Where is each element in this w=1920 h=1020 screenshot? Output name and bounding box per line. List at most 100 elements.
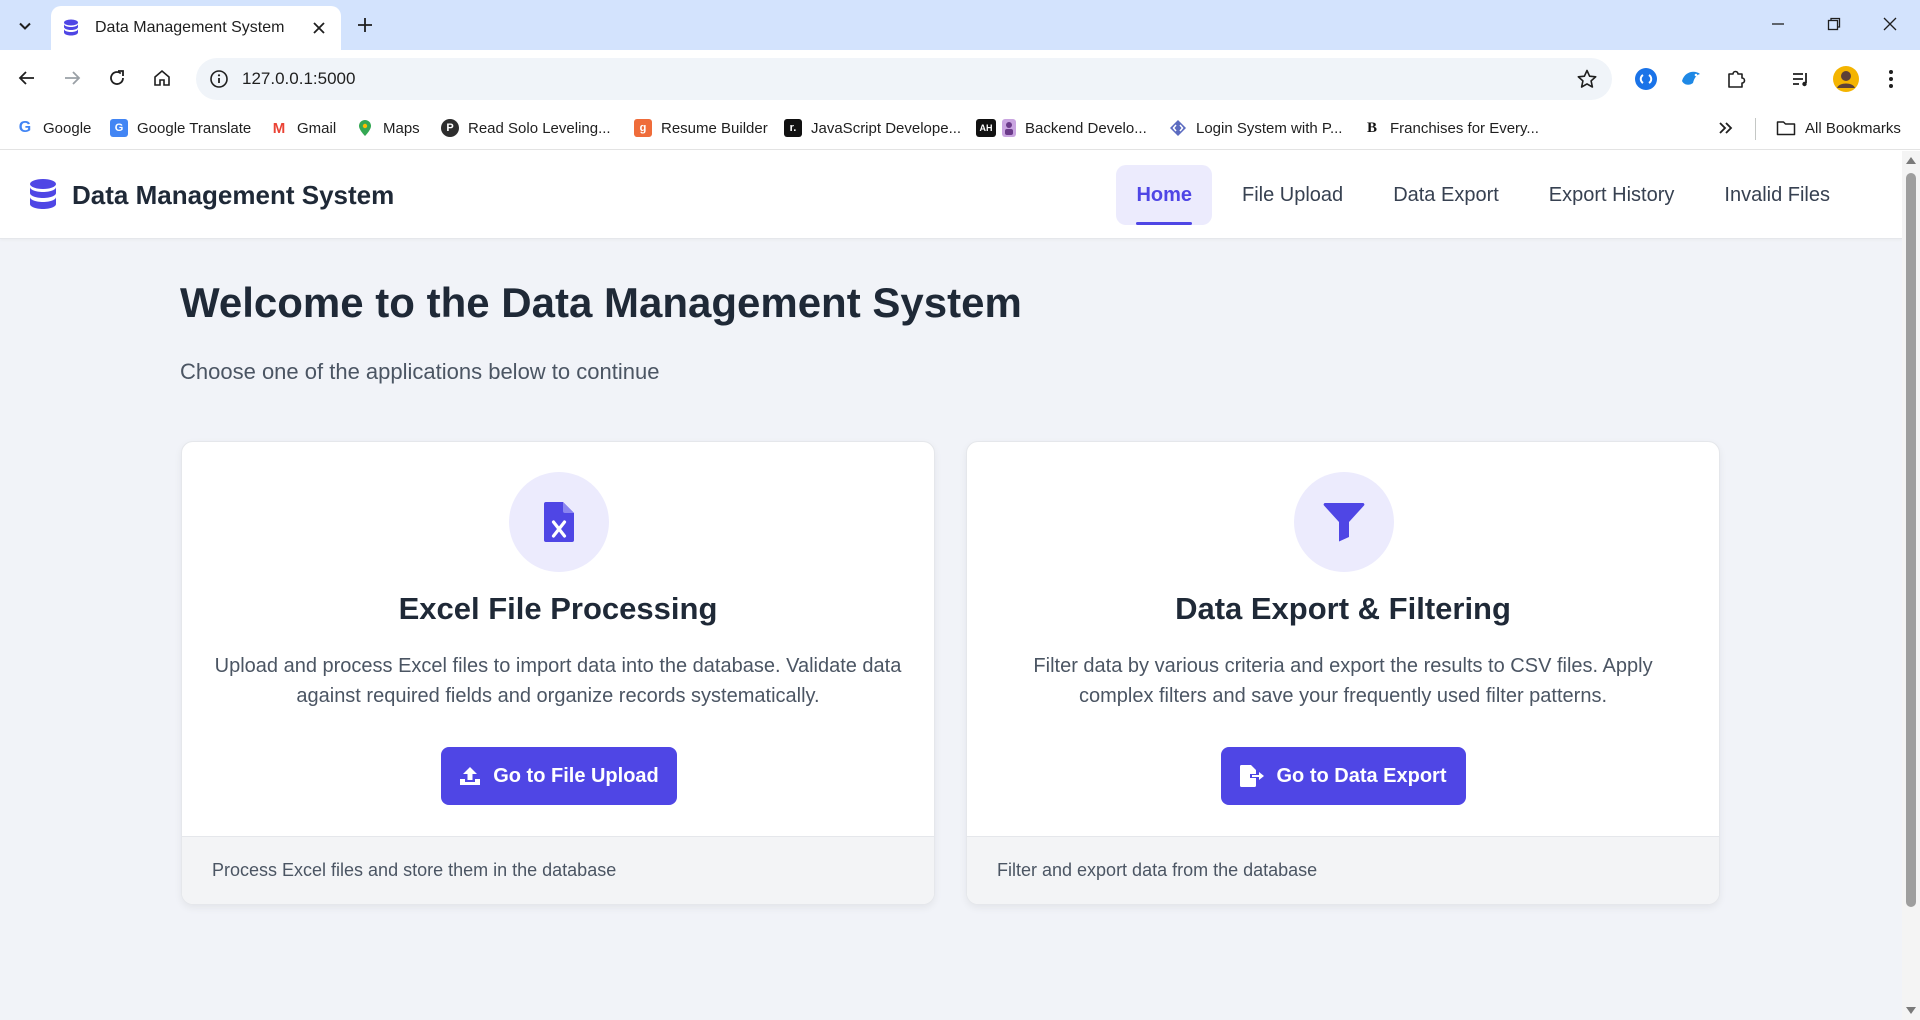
- bookmark-star-icon[interactable]: [1576, 68, 1598, 90]
- maps-icon: [356, 119, 374, 137]
- browser-toolbar: 127.0.0.1:5000: [0, 50, 1920, 107]
- restore-icon: [1827, 17, 1841, 31]
- url-text: 127.0.0.1:5000: [242, 69, 356, 88]
- browser-tabstrip: Data Management System: [0, 0, 1920, 50]
- card-icon-circle: [509, 472, 609, 572]
- code-icon: [1169, 119, 1187, 137]
- brand-title: Data Management System: [72, 179, 395, 210]
- profile-avatar-icon[interactable]: [1831, 64, 1861, 94]
- nav-home[interactable]: Home: [1116, 165, 1213, 225]
- extensions-puzzle-icon[interactable]: [1721, 64, 1751, 94]
- database-icon: [63, 19, 81, 37]
- google-icon: G: [16, 119, 34, 137]
- excel-file-icon: [544, 502, 574, 542]
- reload-icon: [110, 70, 124, 85]
- bookmark-franchises[interactable]: B Franchises for Every...: [1363, 115, 1539, 141]
- ah-icon: AH: [976, 119, 996, 137]
- bookmark-google[interactable]: G Google: [16, 115, 91, 141]
- person-icon: [1002, 119, 1016, 137]
- new-tab-button[interactable]: [350, 10, 380, 40]
- nav-data-export[interactable]: Data Export: [1373, 165, 1519, 225]
- scroll-down-arrow-icon[interactable]: [1906, 1007, 1916, 1014]
- nav-invalid-files[interactable]: Invalid Files: [1704, 165, 1850, 225]
- site-info-icon[interactable]: [208, 68, 230, 90]
- nav-file-upload[interactable]: File Upload: [1222, 165, 1363, 225]
- bookmarks-overflow-button[interactable]: [1718, 115, 1734, 141]
- arrow-left-icon: [18, 71, 34, 85]
- bookmark-google-translate[interactable]: G Google Translate: [110, 115, 251, 141]
- tab-title: Data Management System: [95, 19, 285, 36]
- home-button[interactable]: [144, 60, 180, 96]
- b-icon: B: [1363, 119, 1381, 137]
- go-to-file-upload-button[interactable]: Go to File Upload: [441, 747, 677, 805]
- address-bar[interactable]: 127.0.0.1:5000: [196, 58, 1612, 100]
- chevron-down-icon: [19, 22, 31, 30]
- bookmark-label: Read Solo Leveling...: [468, 119, 611, 137]
- page-viewport: Data Management System Home File Upload …: [0, 151, 1902, 1020]
- media-controls-icon[interactable]: [1786, 64, 1816, 94]
- folder-icon: [1776, 119, 1796, 137]
- bookmark-read-solo-leveling[interactable]: P Read Solo Leveling...: [441, 115, 611, 141]
- close-icon: [1883, 17, 1897, 31]
- browser-menu-icon[interactable]: [1876, 64, 1906, 94]
- shazam-extension-icon[interactable]: [1631, 64, 1661, 94]
- upload-icon: [460, 767, 481, 785]
- card-icon-circle: [1294, 472, 1394, 572]
- plus-icon: [358, 18, 372, 32]
- bookmark-label: Google Translate: [137, 119, 252, 137]
- app-navbar: Data Management System Home File Upload …: [0, 151, 1902, 239]
- button-label: Go to Data Export: [1276, 764, 1447, 787]
- page-subtitle: Choose one of the applications below to …: [180, 359, 660, 384]
- main-nav: Home File Upload Data Export Export Hist…: [1106, 165, 1850, 225]
- browser-tab[interactable]: Data Management System: [51, 6, 341, 50]
- all-bookmarks-label: All Bookmarks: [1805, 119, 1901, 137]
- bookmark-label: Resume Builder: [661, 119, 768, 137]
- bookmark-backend-developer[interactable]: AH Backend Develo...: [976, 115, 1147, 141]
- page-scrollbar[interactable]: [1902, 151, 1920, 1020]
- go-to-data-export-button[interactable]: Go to Data Export: [1221, 747, 1466, 805]
- bookmark-label: Google: [43, 119, 92, 137]
- forward-button[interactable]: [54, 60, 90, 96]
- card-footer: Filter and export data from the database: [967, 836, 1719, 904]
- bookmark-login-system[interactable]: Login System with P...: [1169, 115, 1342, 141]
- bookmark-label: Gmail: [297, 119, 337, 137]
- bookmark-label: Franchises for Every...: [1390, 119, 1539, 137]
- scroll-up-arrow-icon[interactable]: [1906, 157, 1916, 164]
- r-icon: r.: [784, 119, 802, 137]
- database-icon: [30, 179, 56, 209]
- file-export-icon: [1240, 765, 1265, 787]
- bookmark-maps[interactable]: Maps: [356, 115, 420, 141]
- gmail-icon: M: [270, 119, 288, 137]
- bookmark-gmail[interactable]: M Gmail: [270, 115, 336, 141]
- bookmarks-bar: G Google G Google Translate M Gmail Maps…: [0, 107, 1920, 150]
- minimize-button[interactable]: [1750, 6, 1806, 42]
- reload-button[interactable]: [99, 60, 135, 96]
- tab-search-button[interactable]: [9, 10, 41, 42]
- bookmark-javascript-developer[interactable]: r. JavaScript Develope...: [784, 115, 961, 141]
- p-icon: P: [441, 119, 459, 137]
- card-title: Excel File Processing: [398, 591, 718, 626]
- translate-icon: G: [110, 119, 128, 137]
- back-button[interactable]: [9, 60, 45, 96]
- tab-close-icon[interactable]: [309, 18, 329, 38]
- restore-button[interactable]: [1806, 6, 1862, 42]
- bookmark-label: Login System with P...: [1196, 119, 1343, 137]
- minimize-icon: [1772, 23, 1784, 25]
- button-label: Go to File Upload: [493, 764, 659, 787]
- scrollbar-thumb[interactable]: [1906, 173, 1916, 907]
- close-window-button[interactable]: [1862, 6, 1918, 42]
- bookmarks-divider: [1755, 118, 1756, 140]
- g-icon: g: [634, 119, 652, 137]
- double-chevron-right-icon: [1719, 122, 1733, 134]
- brand[interactable]: Data Management System: [28, 178, 394, 212]
- bookmark-resume-builder[interactable]: g Resume Builder: [634, 115, 768, 141]
- bookmark-label: Backend Develo...: [1025, 119, 1147, 137]
- nav-export-history[interactable]: Export History: [1529, 165, 1695, 225]
- card-title: Data Export & Filtering: [1175, 591, 1511, 626]
- card-description: Filter data by various criteria and expo…: [1033, 655, 1653, 707]
- bird-extension-icon[interactable]: [1676, 64, 1706, 94]
- excel-processing-card: Excel File Processing Upload and process…: [181, 441, 935, 905]
- home-icon: [154, 69, 170, 86]
- all-bookmarks-button[interactable]: All Bookmarks: [1776, 115, 1901, 141]
- funnel-icon: [1323, 503, 1365, 542]
